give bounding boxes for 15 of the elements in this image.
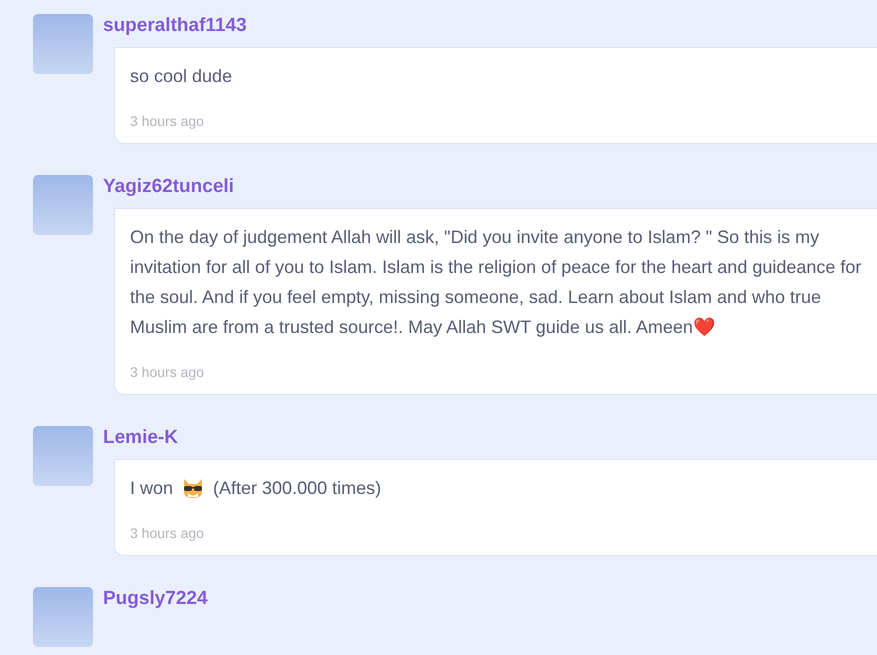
username-link[interactable]: Lemie-K <box>103 426 877 450</box>
comment-text: I won <box>130 477 174 500</box>
timestamp: 3 hours ago <box>130 363 205 381</box>
username-link[interactable]: Yagiz62tunceli <box>103 175 877 199</box>
comment-text: so cool dude <box>130 65 232 88</box>
timestamp: 3 hours ago <box>130 112 205 130</box>
timestamp: 3 hours ago <box>130 524 205 542</box>
comment-text: (After 300.000 times) <box>213 477 382 500</box>
username-link[interactable]: superalthaf1143 <box>103 14 877 38</box>
username-link[interactable]: Pugsly7224 <box>103 587 208 611</box>
avatar-image[interactable] <box>33 587 93 647</box>
avatar-image[interactable] <box>33 175 93 235</box>
avatar-image[interactable] <box>33 426 93 486</box>
avatar-image[interactable] <box>33 14 93 74</box>
comment-text: On the day of judgement Allah will ask, "Did you invite anyone to Islam? " So this is my invitation for all of you to Islam. Islam is the religion of peace for the heart and guideance for the soul. And if you feel empty, missing someone, sad. Learn about Islam and who true Muslim are from a trusted source!. May Allah SWT guide us all. Ameen❤ <box>130 226 862 339</box>
